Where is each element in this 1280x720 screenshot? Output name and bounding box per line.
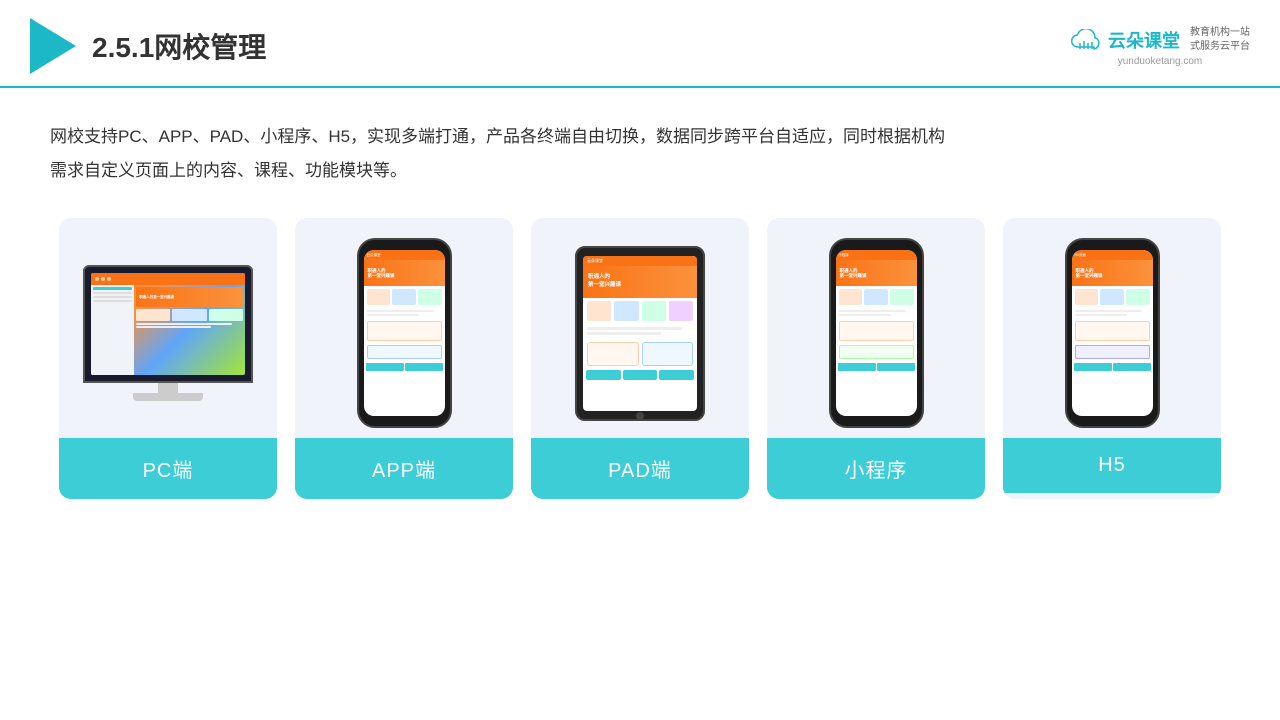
app-card: 云朵课堂 职通人的第一堂兴趣课 — [295, 218, 513, 499]
pad-card: 云朵课堂 职通人的第一堂兴趣课 — [531, 218, 749, 499]
h5-label: H5 — [1003, 438, 1221, 493]
tablet-outer: 云朵课堂 职通人的第一堂兴趣课 — [575, 246, 705, 421]
pad-image-area: 云朵课堂 职通人的第一堂兴趣课 — [531, 218, 749, 438]
pad-mockup: 云朵课堂 职通人的第一堂兴趣课 — [575, 246, 705, 421]
pad-label: PAD端 — [531, 438, 749, 499]
page-header: 2.5.1网校管理 云朵课堂 教育机构一站 式服务云平台 yunduoketan… — [0, 0, 1280, 88]
mini-phone-notch — [861, 242, 891, 250]
h5-phone-screen: H5页面 职通人的第一堂兴趣课 — [1072, 250, 1153, 416]
phone-notch — [389, 242, 419, 250]
h5-card: H5页面 职通人的第一堂兴趣课 — [1003, 218, 1221, 499]
h5-phone-notch — [1097, 242, 1127, 250]
h5-phone-outer: H5页面 职通人的第一堂兴趣课 — [1065, 238, 1160, 428]
mini-image-area: 小程序 职通人的第一堂兴趣课 — [767, 218, 985, 438]
tablet-home-btn — [636, 412, 644, 420]
pc-stand-base — [133, 393, 203, 401]
pc-card: 职通人的第一堂兴趣课 — [59, 218, 277, 499]
brand-tagline2: 式服务云平台 — [1190, 40, 1250, 54]
brand-logo: 云朵课堂 教育机构一站 式服务云平台 — [1070, 26, 1250, 54]
page-title: 2.5.1网校管理 — [92, 26, 266, 66]
app-mockup: 云朵课堂 职通人的第一堂兴趣课 — [357, 238, 452, 428]
pc-stand-neck — [158, 383, 178, 393]
brand-url: yunduoketang.com — [1118, 56, 1203, 67]
play-triangle-icon — [30, 18, 76, 74]
phone-screen: 云朵课堂 职通人的第一堂兴趣课 — [364, 250, 445, 416]
dot1 — [95, 277, 99, 281]
cloud-icon — [1070, 29, 1102, 51]
dot2 — [101, 277, 105, 281]
mini-phone-outer: 小程序 职通人的第一堂兴趣课 — [829, 238, 924, 428]
h5-image-area: H5页面 职通人的第一堂兴趣课 — [1003, 218, 1221, 438]
brand-area: 云朵课堂 教育机构一站 式服务云平台 yunduoketang.com — [1070, 26, 1250, 67]
brand-name: 云朵课堂 — [1108, 27, 1180, 53]
brand-tagline: 教育机构一站 — [1190, 26, 1250, 40]
mini-mockup: 小程序 职通人的第一堂兴趣课 — [829, 238, 924, 428]
description-area: 网校支持PC、APP、PAD、小程序、H5，实现多端打通，产品各终端自由切换，数… — [0, 88, 1280, 208]
app-label: APP端 — [295, 438, 513, 499]
mini-label: 小程序 — [767, 438, 985, 499]
pc-screen-inner: 职通人的第一堂兴趣课 — [91, 273, 245, 375]
cards-container: 职通人的第一堂兴趣课 — [0, 208, 1280, 499]
pc-label: PC端 — [59, 438, 277, 499]
tablet-screen: 云朵课堂 职通人的第一堂兴趣课 — [583, 256, 697, 411]
header-left: 2.5.1网校管理 — [30, 18, 266, 74]
h5-mockup: H5页面 职通人的第一堂兴趣课 — [1065, 238, 1160, 428]
pc-image-area: 职通人的第一堂兴趣课 — [59, 218, 277, 438]
dot3 — [107, 277, 111, 281]
pc-nav-bar — [91, 273, 245, 285]
description-text: 网校支持PC、APP、PAD、小程序、H5，实现多端打通，产品各终端自由切换，数… — [50, 120, 1230, 188]
app-image-area: 云朵课堂 职通人的第一堂兴趣课 — [295, 218, 513, 438]
pc-mockup: 职通人的第一堂兴趣课 — [83, 265, 253, 401]
phone-outer: 云朵课堂 职通人的第一堂兴趣课 — [357, 238, 452, 428]
mini-card: 小程序 职通人的第一堂兴趣课 — [767, 218, 985, 499]
pc-screen-outer: 职通人的第一堂兴趣课 — [83, 265, 253, 383]
mini-phone-screen: 小程序 职通人的第一堂兴趣课 — [836, 250, 917, 416]
